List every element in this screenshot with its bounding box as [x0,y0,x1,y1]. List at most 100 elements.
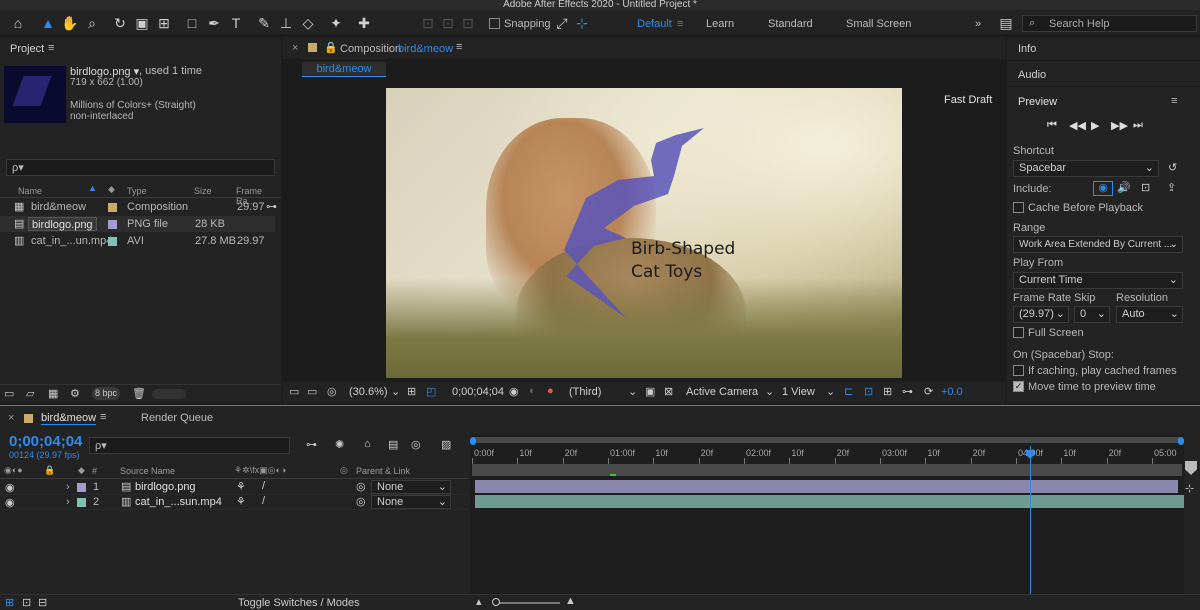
zoom-dropdown[interactable]: (30.6%) [349,386,388,398]
last-frame-icon[interactable]: ⏭ [1133,119,1143,132]
timeline-timecode[interactable]: 0;00;04;04 [9,433,82,450]
panel-menu-icon[interactable]: ≡ [48,42,54,54]
workspace-small-screen[interactable]: Small Screen [846,18,911,30]
sync-settings-icon[interactable]: ▤ [996,13,1016,33]
workspace-menu-icon[interactable]: ≡ [677,18,683,30]
clone-stamp-tool-icon[interactable]: ⊥ [276,13,296,33]
shy-layers-icon[interactable]: ⌂ [364,438,371,450]
external-monitor-icon[interactable]: ⇪ [1167,181,1176,194]
resolution-dropdown[interactable]: (Third) [569,386,601,398]
selection-tool-icon[interactable]: ▲ [38,13,58,33]
toggle-switches-modes[interactable]: Toggle Switches / Modes [238,597,360,609]
home-icon[interactable]: ⌂ [8,13,28,33]
zoom-tool-icon[interactable]: ⌕ [82,13,102,33]
fast-previews-icon[interactable]: ▣ [645,385,655,398]
view-layout-dropdown[interactable]: 1 View [782,386,815,398]
current-timecode[interactable]: 0;00;04;04 [452,386,504,398]
parent-link-column[interactable]: Parent & Link [356,466,410,476]
column-size[interactable]: Size [194,186,212,196]
include-video-icon[interactable]: ◉ [1093,181,1113,196]
project-item-name[interactable]: bird&meow [31,199,86,215]
toggle-pixel-aspect-icon[interactable]: ⊏ [844,385,853,398]
layer-name[interactable]: birdlogo.png [135,481,196,493]
bit-depth-button[interactable]: 8 bpc [92,387,120,400]
expand-timing-icon[interactable]: ⊟ [38,596,47,609]
project-item-name[interactable]: birdlogo.png [28,217,97,231]
3d-ground-plane-icon[interactable]: ⊡ [864,385,873,398]
flowchart-icon[interactable]: ⊶ [902,385,913,398]
layer-number-column[interactable]: # [92,466,97,476]
show-snapshot-icon[interactable]: ◐ [529,385,536,397]
search-help-box[interactable]: ⌕ Search Help [1022,15,1197,32]
time-zoom-thumb[interactable] [492,598,500,606]
preview-panel-title[interactable]: Preview [1018,96,1057,108]
composition-mini-flowchart-icon[interactable]: ⊶ [306,438,317,451]
label-color-swatch[interactable] [108,203,117,212]
shy-switch-icon[interactable]: ⚘ [236,495,246,508]
label-color-swatch[interactable] [108,220,117,229]
mask-visibility-icon[interactable]: ◎ [327,385,337,398]
axis-world-icon[interactable]: ⊡ [438,13,458,33]
project-panel-title[interactable]: Project [10,43,44,55]
next-frame-icon[interactable]: ▶▶ [1111,119,1128,132]
quality-switch-icon[interactable]: / [262,495,265,507]
shortcut-dropdown[interactable]: Spacebar ⌄ [1013,160,1159,177]
project-zoom-slider[interactable] [152,389,186,399]
puppet-tool-icon[interactable]: ✚ [354,13,374,33]
close-icon[interactable]: × [292,42,298,54]
comp-marker-bin-icon[interactable]: ⊹ [1185,482,1194,495]
workspace-learn[interactable]: Learn [706,18,734,30]
rotate-tool-icon[interactable]: ↻ [110,13,130,33]
navigator-start-handle[interactable] [470,437,476,445]
always-preview-icon[interactable]: ▭ [289,385,299,398]
column-name[interactable]: Name [18,186,42,196]
transparency-grid-icon[interactable]: ⊠ [664,385,673,398]
column-type[interactable]: Type [127,186,147,196]
interpret-footage-icon[interactable]: ▭ [4,387,14,400]
lock-icon[interactable]: 🔒 [324,41,338,54]
project-item-row[interactable]: ▦ bird&meow Composition 29.97 ⊶ [0,199,277,215]
label-column-icon[interactable]: ◆ [78,465,85,476]
workspace-standard[interactable]: Standard [768,18,813,30]
zoom-out-icon[interactable]: ▴ [476,595,482,608]
layer-row[interactable]: ◉ › 1 ▤ birdlogo.png ⚘ / ◎ None ⌄ [0,480,468,495]
switches-column-icons[interactable]: ⚘✲\fx▣◎◐◑ [234,465,286,476]
project-search-input[interactable]: ρ▾ [6,159,275,176]
play-from-dropdown[interactable]: Current Time ⌄ [1013,272,1183,289]
layer-bar[interactable] [475,495,1184,508]
exposure-value[interactable]: +0.0 [941,386,963,398]
snapping-checkbox[interactable] [489,18,500,29]
info-panel-title[interactable]: Info [1018,43,1036,55]
work-area-end-icon[interactable] [1185,461,1197,475]
panel-menu-icon[interactable]: ≡ [100,411,106,423]
quality-switch-icon[interactable]: / [262,480,265,492]
layer-label-swatch[interactable] [77,498,86,507]
roto-brush-tool-icon[interactable]: ✦ [326,13,346,33]
label-color-swatch[interactable] [108,237,117,246]
include-audio-icon[interactable]: 🔊 [1117,181,1131,194]
layer-bar[interactable] [475,480,1178,493]
parent-dropdown[interactable]: None ⌄ [371,480,451,494]
playhead[interactable] [1029,446,1031,610]
frame-blending-icon[interactable]: ▤ [388,438,398,451]
time-graph[interactable]: 0:00f 10f 20f 01:00f 10f 20f 02:00f 10f 20f 03:00… [470,434,1184,610]
render-queue-tab[interactable]: Render Queue [141,412,213,424]
composition-tab[interactable]: bird&meow [302,62,386,77]
expand-arrow-icon[interactable]: › [66,496,70,508]
lock-column-icon[interactable]: 🔒 [44,465,55,476]
if-caching-checkbox[interactable] [1013,365,1024,376]
rectangle-tool-icon[interactable]: □ [182,13,202,33]
expand-modes-icon[interactable]: ⊡ [22,596,31,609]
adjust-project-settings-icon[interactable]: ⚙ [70,387,80,400]
time-ruler[interactable]: 0:00f 10f 20f 01:00f 10f 20f 02:00f 10f 20f 03:00… [470,448,1184,464]
project-item-name[interactable]: cat_in_...un.mp4 [31,233,112,249]
visibility-eye-icon[interactable]: ◉ [5,496,15,509]
composition-viewer[interactable]: Birb-Shaped Cat Toys [386,88,902,378]
graph-editor-icon[interactable]: ▨ [441,438,451,451]
snap-features-icon[interactable]: ⊹ [572,13,592,33]
layer-row[interactable]: ◉ › 2 ▥ cat_in_...sun.mp4 ⚘ / ◎ None ⌄ [0,495,468,510]
snap-edges-icon[interactable]: ⤢ [552,13,572,33]
snapshot-icon[interactable]: ◉ [509,385,519,398]
panel-menu-icon[interactable]: ≡ [456,41,462,53]
layer-name[interactable]: cat_in_...sun.mp4 [135,496,222,508]
